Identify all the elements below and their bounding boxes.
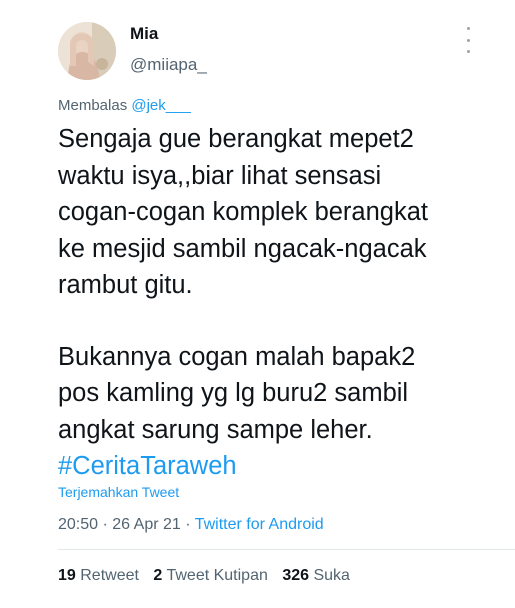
more-vertical-icon[interactable] xyxy=(462,27,474,53)
tweet-line: ke mesjid sambil ngacak-ngacak xyxy=(58,234,427,263)
retweet-label: Retweet xyxy=(80,567,139,584)
user-handle[interactable]: @miiapa_ xyxy=(130,55,207,75)
tweet-time[interactable]: 20:50 xyxy=(58,516,98,533)
like-stat[interactable]: 326 Suka xyxy=(282,567,350,584)
reply-to-link[interactable]: @jek___ xyxy=(131,97,190,114)
reply-prefix: Membalas xyxy=(58,97,128,114)
tweet-text: Sengaja gue berangkat mepet2 waktu isya,… xyxy=(58,121,508,485)
tweet-line: angkat sarung sampe leher. xyxy=(58,415,373,444)
reply-context: Membalas @jek___ xyxy=(58,97,191,114)
quote-label: Tweet Kutipan xyxy=(166,567,268,584)
meta-separator: · xyxy=(102,516,108,533)
retweet-stat[interactable]: 19 Retweet xyxy=(58,567,143,584)
tweet-line: pos kamling yg lg buru2 sambil xyxy=(58,379,409,407)
retweet-count: 19 xyxy=(58,567,76,584)
like-label: Suka xyxy=(313,567,350,584)
tweet-source-link[interactable]: Twitter for Android xyxy=(195,516,324,533)
like-count: 326 xyxy=(282,567,310,584)
dot xyxy=(466,50,470,53)
tweet-line: cogan-cogan komplek berangkat xyxy=(58,198,428,226)
dot xyxy=(466,27,470,30)
divider xyxy=(58,549,515,550)
tweet-stats: 19 Retweet 2 Tweet Kutipan 326 Suka xyxy=(58,567,360,585)
tweet-meta: 20:50 · 26 Apr 21 · Twitter for Android xyxy=(58,516,324,534)
meta-separator: · xyxy=(185,516,191,533)
tweet-line: waktu isya,,biar lihat sensasi xyxy=(58,161,382,190)
tweet-paragraph-1: Sengaja gue berangkat mepet2 waktu isya,… xyxy=(58,121,508,304)
tweet-date[interactable]: 26 Apr 21 xyxy=(112,516,181,533)
dot xyxy=(466,38,470,42)
avatar[interactable] xyxy=(58,22,116,80)
tweet-line: Bukannya cogan malah bapak2 xyxy=(58,342,416,371)
quote-count: 2 xyxy=(153,567,163,584)
tweet-paragraph-2: Bukannya cogan malah bapak2 pos kamling … xyxy=(58,339,508,485)
display-name[interactable]: Mia xyxy=(130,24,158,44)
quote-stat[interactable]: 2 Tweet Kutipan xyxy=(153,567,272,584)
translate-tweet-link[interactable]: Terjemahkan Tweet xyxy=(58,484,179,500)
tweet: Mia @miiapa_ Membalas @jek___ Sengaja gu… xyxy=(0,0,515,608)
tweet-line: Sengaja gue berangkat mepet2 xyxy=(58,125,414,153)
hashtag-link[interactable]: #CeritaTaraweh xyxy=(58,452,237,480)
tweet-line: rambut gitu. xyxy=(58,271,193,299)
